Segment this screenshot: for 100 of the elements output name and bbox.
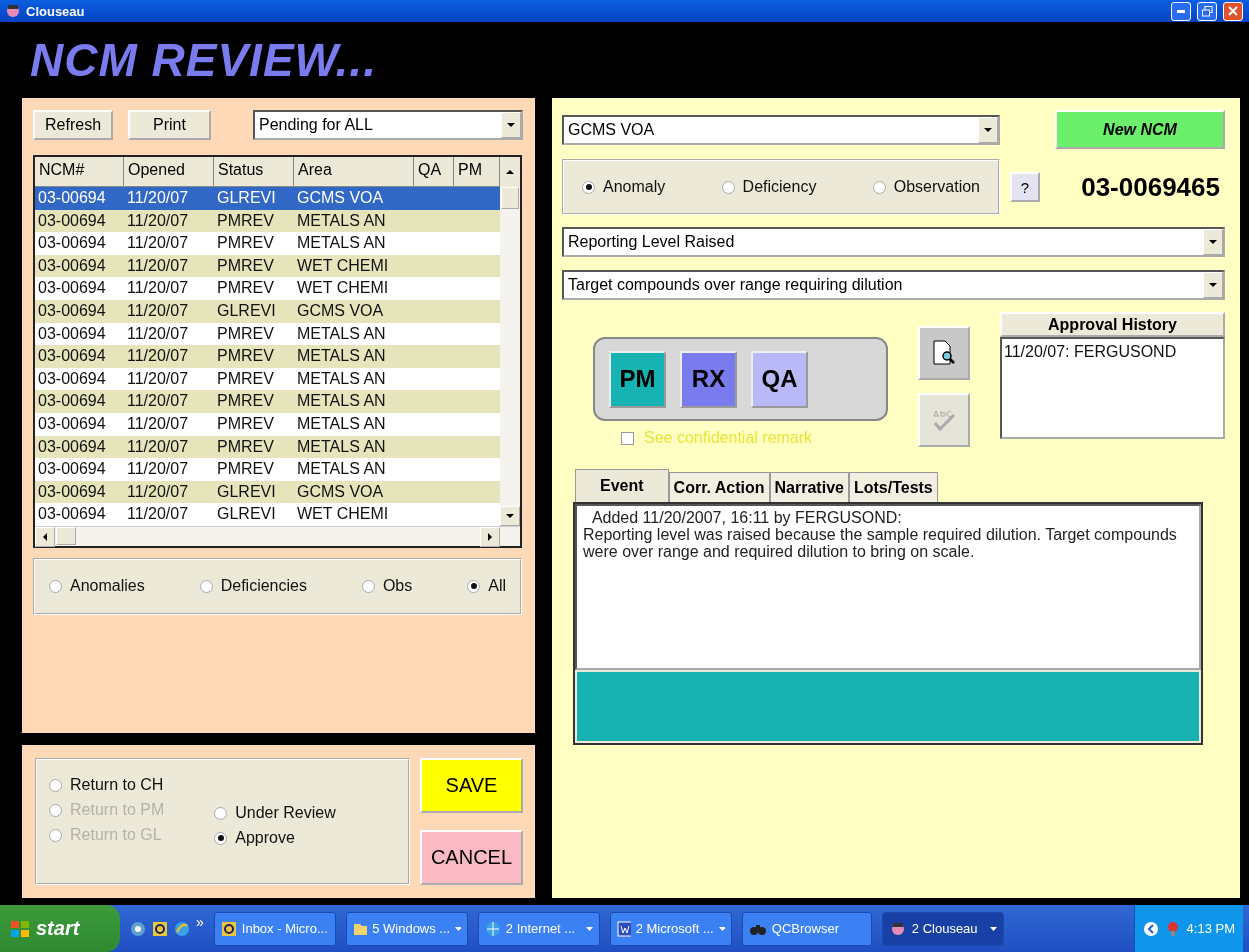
column-header[interactable]: QA — [414, 157, 454, 187]
table-cell-text: GCMS VOA — [296, 481, 385, 502]
table-cell-text: GLREVI — [216, 504, 277, 525]
table-cell-text: METALS AN — [296, 210, 387, 231]
table-row[interactable]: 03-00694 11/20/07 GLREVI GCMS VOA — [35, 299, 500, 323]
radio-dot[interactable] — [872, 180, 886, 194]
taskbar-button[interactable]: 5 Windows ... — [345, 911, 468, 946]
table-cell-text: 03-00694 — [37, 436, 107, 457]
radio-option[interactable]: Obs — [361, 577, 413, 596]
vertical-scrollbar[interactable] — [500, 157, 520, 526]
restore-button[interactable] — [1197, 1, 1217, 21]
event-text-field[interactable]: Added 11/20/2007, 16:11 by FERGUSOND: Reporting level was raised because the sample required dilution. Target compounds were over range and required dilution to bring on scale. — [575, 504, 1201, 670]
toolbar-button[interactable]: Print — [128, 110, 211, 140]
radio-option[interactable]: Approve — [214, 829, 336, 847]
radio-dot[interactable] — [214, 806, 228, 820]
more-icons-chevron[interactable]: » — [196, 913, 204, 930]
table-cell-text: 11/20/07 — [126, 255, 190, 276]
table-cell-text: PMREV — [216, 413, 275, 434]
table-row[interactable]: 03-00694 11/20/07 PMREV METALS AN — [35, 435, 500, 459]
taskbar-button[interactable]: QCBrowser — [741, 911, 872, 946]
table-cell-text: PMREV — [216, 233, 275, 254]
table-cell-text: PMREV — [216, 391, 275, 412]
quick-launch-icon[interactable] — [174, 920, 190, 937]
tab[interactable]: Event — [575, 469, 669, 502]
dropdown-arrow-icon — [455, 926, 461, 931]
radio-option[interactable]: Observation — [872, 178, 980, 196]
scroll-up-icon — [506, 170, 514, 174]
table-cell-text: 11/20/07 — [126, 413, 190, 434]
table-cell-text: PMREV — [216, 459, 275, 480]
mail-app-icon — [220, 920, 237, 937]
radio-option[interactable]: Deficiencies — [199, 577, 307, 596]
table-cell-text: PMREV — [216, 323, 275, 344]
toolbar-button[interactable]: Refresh — [33, 110, 113, 140]
column-header[interactable]: Status — [214, 157, 294, 187]
ncm-number: 03-0069465 — [1081, 171, 1220, 203]
table-cell-text: PMREV — [216, 278, 275, 299]
radio-option[interactable]: Return to CH — [49, 776, 165, 794]
tab[interactable]: Corr. Action — [668, 472, 770, 502]
tool-button[interactable] — [918, 326, 970, 380]
table-row[interactable]: 03-00694 11/20/07 GLREVI GCMS VOA — [35, 480, 500, 504]
role-button[interactable]: RX — [680, 350, 737, 408]
dropdown-arrow-icon — [718, 926, 725, 931]
role-button[interactable]: PM — [609, 350, 666, 408]
new-ncm-button[interactable]: New NCM — [1055, 110, 1225, 149]
radio-dot[interactable] — [199, 579, 213, 593]
taskbar-button[interactable]: 2 Clouseau — [881, 911, 1004, 946]
filter-dropdown[interactable]: Pending for ALL — [253, 110, 523, 140]
detail-dropdown[interactable]: Target compounds over range requiring dilution — [562, 270, 1225, 300]
column-header[interactable]: Opened — [124, 157, 214, 187]
table-cell-text: METALS AN — [296, 436, 387, 457]
globe-icon — [484, 920, 501, 937]
taskbar-button[interactable]: 2 Internet ... — [477, 911, 600, 946]
close-button[interactable] — [1223, 1, 1243, 21]
horizontal-scrollbar[interactable] — [35, 525, 520, 546]
radio-option[interactable]: Anomalies — [49, 577, 145, 596]
table-cell-text: METALS AN — [296, 413, 387, 434]
table-cell-text: PMREV — [216, 436, 275, 457]
radio-option[interactable]: Under Review — [214, 804, 336, 822]
radio-dot[interactable] — [214, 831, 228, 845]
radio-dot[interactable] — [361, 579, 375, 593]
radio-dot[interactable] — [721, 180, 735, 194]
role-button[interactable]: QA — [751, 350, 808, 408]
dropdown-arrow-icon — [1209, 240, 1217, 244]
radio-dot[interactable] — [582, 180, 595, 194]
tab[interactable]: Lots/Tests — [848, 472, 938, 502]
table-cell-text: 03-00694 — [37, 188, 107, 208]
table-cell-text: GLREVI — [216, 300, 277, 321]
save-button[interactable]: SAVE — [420, 758, 523, 813]
area-dropdown[interactable]: GCMS VOA — [562, 114, 1000, 145]
start-button[interactable]: start — [0, 905, 120, 952]
table-row[interactable]: 03-00694 11/20/07 GLREVI GCMS VOA — [35, 187, 500, 210]
table-cell-text: 11/20/07 — [126, 459, 190, 480]
cancel-button[interactable]: CANCEL — [420, 830, 523, 885]
scroll-thumb[interactable] — [501, 187, 519, 209]
minimize-button[interactable] — [1171, 1, 1191, 21]
radio-option[interactable]: Deficiency — [721, 178, 817, 196]
table-row[interactable]: 03-00694 11/20/07 PMREV METALS AN — [35, 209, 500, 233]
table-cell-text: 03-00694 — [37, 459, 107, 480]
column-header[interactable]: NCM# — [35, 157, 124, 187]
help-button[interactable]: ? — [1010, 172, 1040, 202]
table-row[interactable]: 03-00694 11/20/07 PMREV METALS AN — [35, 345, 500, 368]
column-header[interactable]: PM — [454, 157, 500, 187]
quick-launch-icon[interactable] — [130, 920, 146, 937]
table-cell-text: 03-00694 — [37, 391, 107, 412]
radio-option[interactable]: Anomaly — [582, 178, 666, 196]
history-entry: 11/20/07: FERGUSOND — [1004, 343, 1178, 361]
radio-option[interactable]: All — [467, 577, 506, 596]
table-row[interactable]: 03-00694 11/20/07 PMREV WET CHEMI — [35, 254, 500, 278]
radio-dot[interactable] — [49, 579, 62, 593]
tab[interactable]: Narrative — [769, 472, 849, 502]
table-row[interactable]: 03-00694 11/20/07 PMREV METALS AN — [35, 390, 500, 413]
column-header[interactable]: Area — [294, 157, 414, 187]
quick-launch-icon[interactable] — [152, 920, 168, 937]
taskbar-button[interactable]: 2 Microsoft ... — [609, 911, 732, 946]
scroll-thumb[interactable] — [56, 526, 76, 545]
taskbar-button[interactable]: Inbox - Micro... — [213, 911, 336, 946]
approval-history-header: Approval History — [1000, 312, 1225, 337]
reason-dropdown[interactable]: Reporting Level Raised — [562, 227, 1225, 257]
radio-dot[interactable] — [467, 579, 481, 593]
radio-dot[interactable] — [49, 778, 62, 792]
